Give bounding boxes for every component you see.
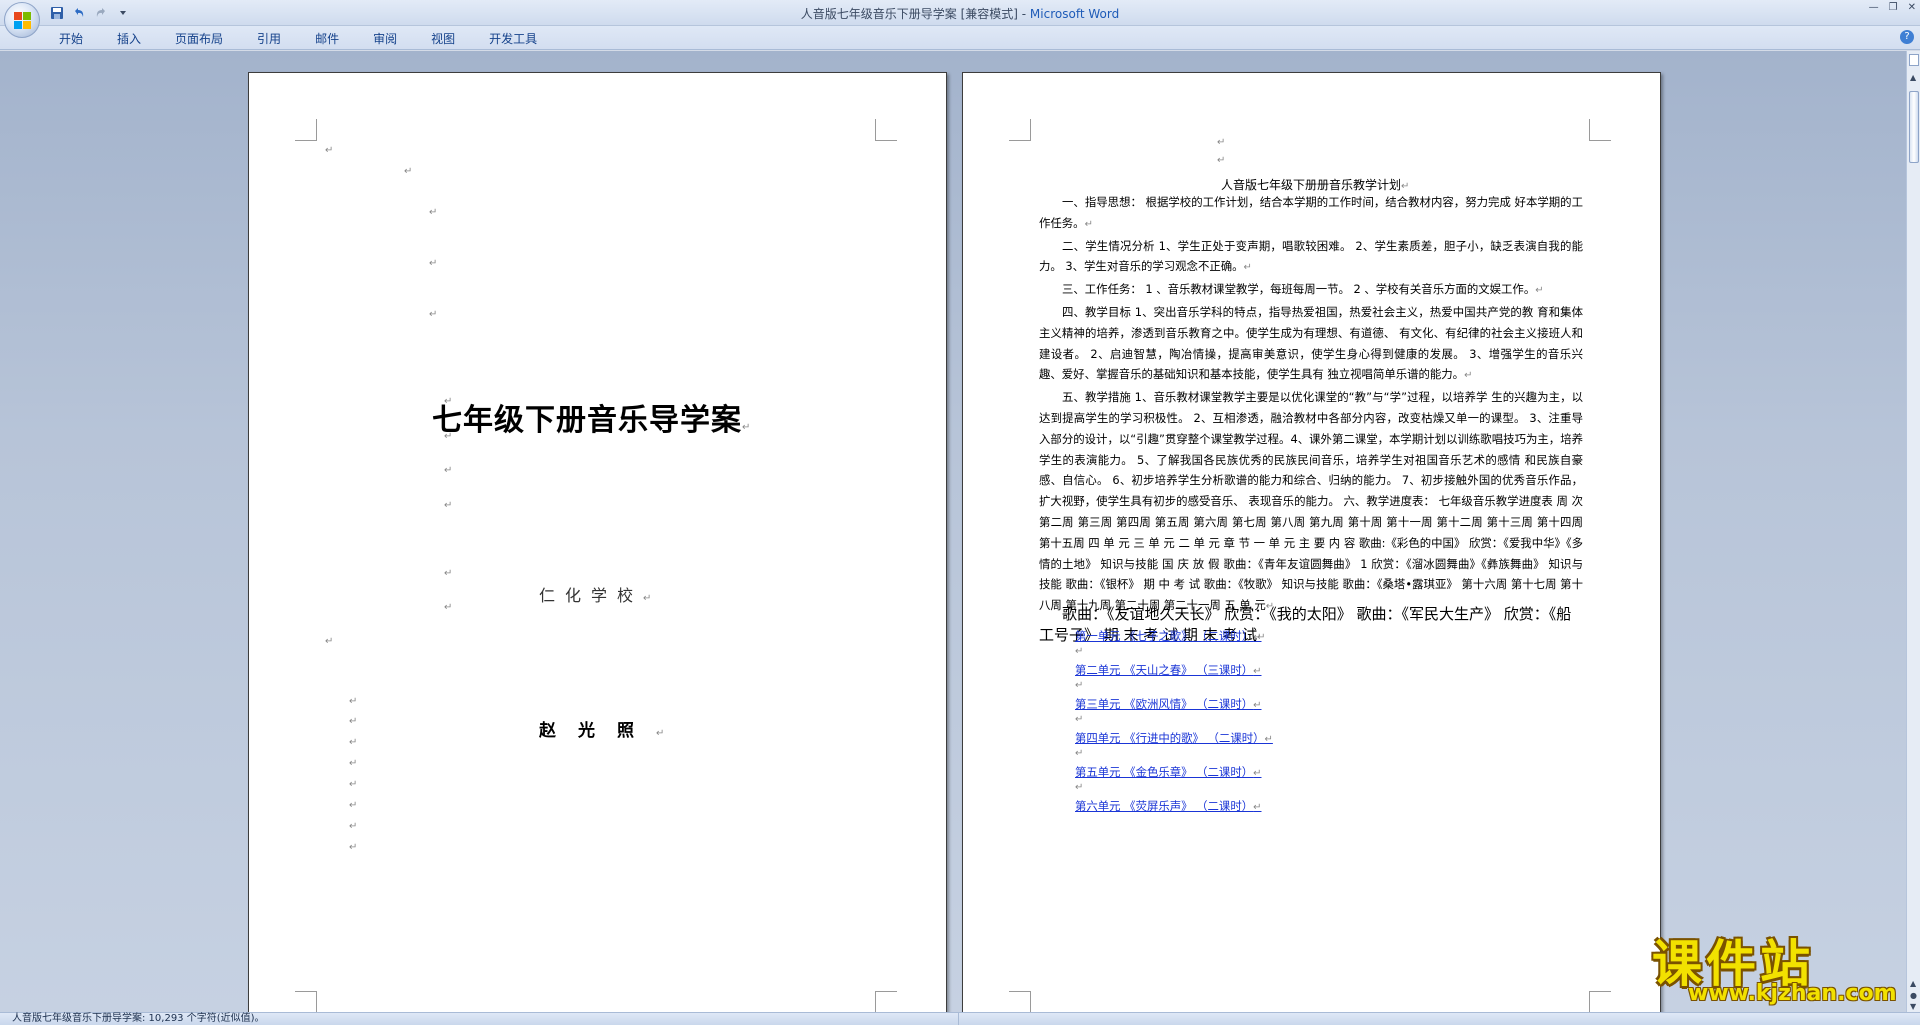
crop-mark [1009,991,1031,1012]
document-workspace: ↵ ↵ ↵ ↵ ↵ 七年级下册音乐导学案↵ ↵ ↵ ↵ ↵ 仁化学校↵ ↵ ↵ … [0,51,1906,1012]
paragraph-mark: ↵ [349,842,358,853]
minimize-icon[interactable]: — [1869,2,1879,13]
list-item: 第二单元 《天山之春》 （三课时）↵ ↵ [1075,658,1495,692]
tab-developer[interactable]: 开发工具 [480,30,546,47]
list-item: 第五单元 《金色乐章》 （二课时）↵ ↵ [1075,760,1495,794]
author-name: 赵光照↵ [539,721,665,741]
word-count-status[interactable]: 人音版七年级音乐下册导学案: 10,293 个字符(近似值)。 [12,1013,265,1024]
vertical-scrollbar[interactable]: ▲ ▲ ● ▼ [1906,51,1920,1012]
paragraph-mark: ↵ [444,602,453,613]
previous-page-icon[interactable]: ▲ [1910,979,1916,988]
paragraph-mark: ↵ [444,396,453,407]
plan-paragraph: 四、教学目标 1、突出音乐学科的特点，指导热爱祖国，热爱社会主义，热爱中国共产党… [1039,304,1583,382]
crop-mark [1589,991,1611,1012]
tab-mailings[interactable]: 邮件 [306,30,348,47]
paragraph-mark: ↵ [429,309,438,320]
paragraph-mark: ↵ [325,145,334,156]
crop-mark [295,991,317,1012]
site-watermark: 课件站 www.kjzhan.com [1652,924,1902,1006]
crop-mark [295,119,317,141]
document-title: 人音版七年级音乐下册导学案 [兼容模式] - [800,7,1030,21]
unit-link-4[interactable]: 第四单元 《行进中的歌》 （二课时）↵ [1075,730,1273,746]
paragraph-mark: ↵ [444,431,453,442]
office-logo-icon [14,12,32,30]
office-button[interactable] [4,2,40,38]
tab-view[interactable]: 视图 [422,30,464,47]
tab-references[interactable]: 引用 [248,30,290,47]
plan-heading: 人音版七年级下册册音乐教学计划↵ [1221,178,1410,192]
unit-link-6[interactable]: 第六单元 《荧屏乐声》 （二课时）↵ [1075,798,1262,814]
school-name: 仁化学校↵ [539,586,652,605]
plan-paragraph: 一、指导思想： 根据学校的工作计划，结合本学期的工作时间，结合教材内容，努力完成… [1039,195,1583,230]
select-browse-object-icon[interactable]: ● [1910,991,1917,1000]
ribbon-tabs: 开始 插入 页面布局 引用 邮件 审阅 视图 开发工具 ? [0,26,1920,50]
paragraph-mark: ↵ [444,465,453,476]
tab-page-layout[interactable]: 页面布局 [166,30,232,47]
scroll-thumb[interactable] [1909,91,1919,163]
paragraph-mark: ↵ [325,636,334,647]
ruler-toggle-icon[interactable] [1909,54,1919,66]
unit-links: 第一单元 《七子之歌》 （二课时）↵ ↵ 第二单元 《天山之春》 （三课时）↵ … [1075,624,1495,828]
crop-mark [1589,119,1611,141]
unit-link-5[interactable]: 第五单元 《金色乐章》 （二课时）↵ [1075,764,1262,780]
tab-insert[interactable]: 插入 [108,30,150,47]
unit-link-3[interactable]: 第三单元 《欧洲风情》 （二课时）↵ [1075,696,1262,712]
list-item: 第一单元 《七子之歌》 （二课时）↵ ↵ [1075,624,1495,658]
list-item: 第三单元 《欧洲风情》 （二课时）↵ ↵ [1075,692,1495,726]
next-page-icon[interactable]: ▼ [1910,1002,1916,1011]
plan-paragraph: 三、工作任务： 1 、音乐教材课堂教学，每班每周一节。 2 、学校有关音乐方面的… [1062,282,1544,297]
unit-link-2[interactable]: 第二单元 《天山之春》 （三课时）↵ [1075,662,1262,678]
close-icon[interactable]: ✕ [1908,2,1916,13]
paragraph-mark: ↵ [1075,680,1084,691]
paragraph-mark: ↵ [444,500,453,511]
plan-paragraph: 二、学生情况分析 1、学生正处于变声期，唱歌较困难。 2、学生素质差，胆子小，缺… [1039,238,1583,274]
paragraph-mark: ↵ [404,166,413,177]
window-controls: — ❐ ✕ [1869,2,1916,13]
paragraph-mark: ↵ [349,821,358,832]
document-page-2[interactable]: ↵ ↵ 人音版七年级下册册音乐教学计划↵ 一、指导思想： 根据学校的工作计划，结… [962,72,1661,1012]
paragraph-mark: ↵ [429,207,438,218]
paragraph-mark: ↵ [349,758,358,769]
help-icon[interactable]: ? [1900,30,1914,44]
paragraph-mark: ↵ [1075,646,1084,657]
paragraph-mark: ↵ [349,779,358,790]
watermark-url: www.kjzhan.com [1688,981,1897,1006]
crop-mark [1009,119,1031,141]
paragraph-mark: ↵ [349,716,358,727]
paragraph-mark: ↵ [429,258,438,269]
paragraph-mark: ↵ [349,800,358,811]
window-title: 人音版七年级音乐下册导学案 [兼容模式] - Microsoft Word [0,5,1920,22]
title-bar: 人音版七年级音乐下册导学案 [兼容模式] - Microsoft Word — … [0,0,1920,38]
app-name: Microsoft Word [1029,7,1120,21]
paragraph-mark: ↵ [1075,714,1084,725]
tab-home[interactable]: 开始 [50,30,92,47]
cover-title: 七年级下册音乐导学案↵ [432,403,752,438]
paragraph-mark: ↵ [1075,748,1084,759]
paragraph-mark: ↵ [1075,782,1084,793]
status-divider [958,1013,959,1025]
list-item: 第四单元 《行进中的歌》 （二课时）↵ ↵ [1075,726,1495,760]
restore-icon[interactable]: ❐ [1889,2,1898,13]
paragraph-mark: ↵ [1217,137,1226,148]
status-bar: 人音版七年级音乐下册导学案: 10,293 个字符(近似值)。 [0,1012,1920,1025]
paragraph-mark: ↵ [349,737,358,748]
paragraph-mark: ↵ [444,568,453,579]
list-item: 第六单元 《荧屏乐声》 （二课时）↵ [1075,794,1495,828]
crop-mark [875,991,897,1012]
tab-review[interactable]: 审阅 [364,30,406,47]
unit-link-1[interactable]: 第一单元 《七子之歌》 （二课时）↵ [1075,628,1262,644]
scroll-up-icon[interactable]: ▲ [1910,73,1916,82]
crop-mark [875,119,897,141]
plan-paragraph: 五、教学措施 1、音乐教材课堂教学主要是以优化课堂的“教”与“学”过程，以培养学… [1039,390,1583,613]
paragraph-mark: ↵ [1217,155,1226,166]
plan-body: 一、指导思想： 根据学校的工作计划，结合本学期的工作时间，结合教材内容，努力完成… [1039,192,1583,618]
paragraph-mark: ↵ [349,696,358,707]
document-page-1[interactable]: ↵ ↵ ↵ ↵ ↵ 七年级下册音乐导学案↵ ↵ ↵ ↵ ↵ 仁化学校↵ ↵ ↵ … [248,72,947,1012]
